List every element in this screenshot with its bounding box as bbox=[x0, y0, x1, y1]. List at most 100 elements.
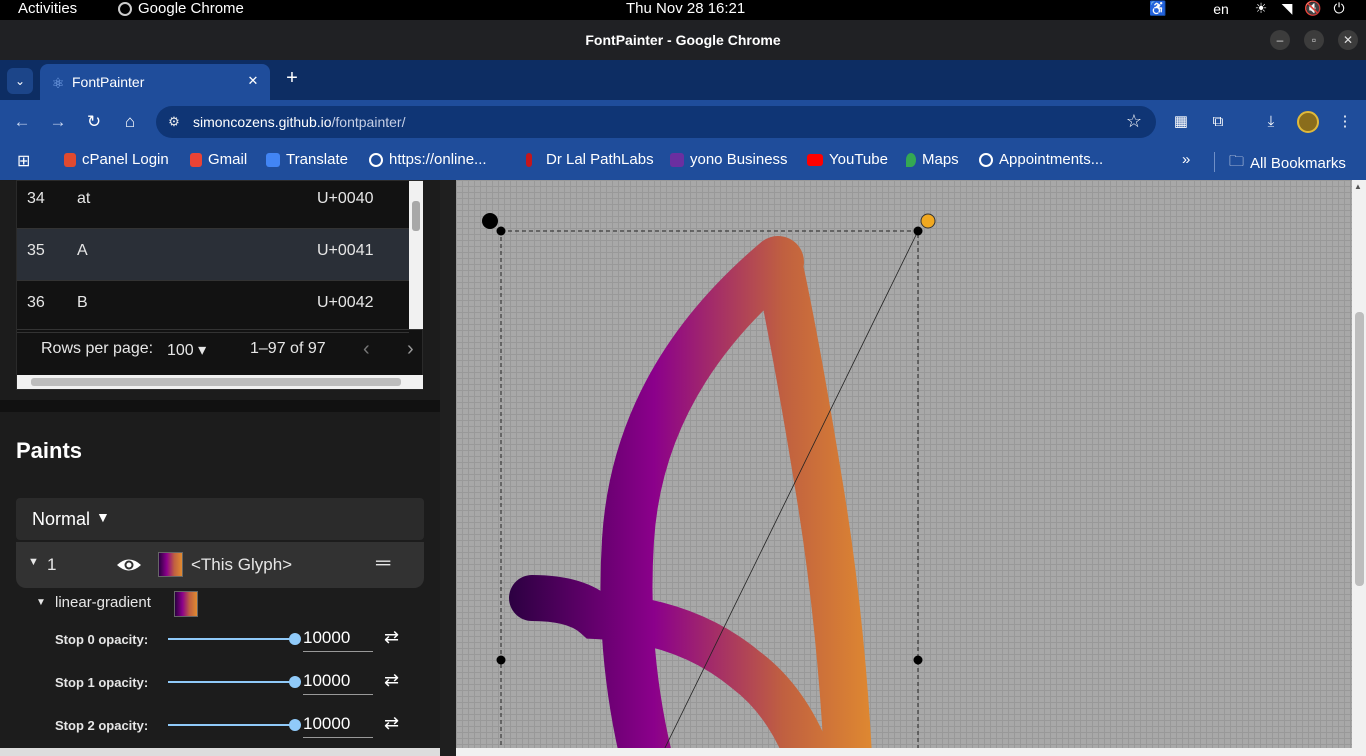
system-tray[interactable]: ♿ en ☀ ◥ 🔇 ⏻ bbox=[1148, 0, 1352, 17]
rows-per-page-label: Rows per page: bbox=[41, 340, 154, 357]
maps-icon bbox=[906, 152, 916, 167]
table-vertical-scrollbar[interactable] bbox=[409, 181, 423, 329]
new-tab-button[interactable]: + bbox=[282, 68, 302, 89]
system-top-bar: Activities Google Chrome Thu Nov 28 16:2… bbox=[0, 0, 1366, 20]
rows-per-page-select[interactable]: 100 ▾ bbox=[167, 340, 206, 360]
blend-mode-select[interactable]: Normal ▼ bbox=[16, 498, 424, 540]
minimize-button[interactable]: – bbox=[1270, 30, 1290, 50]
collapse-arrow-icon[interactable]: ▼ bbox=[28, 556, 39, 568]
bookmark-translate[interactable]: Translate bbox=[266, 151, 348, 168]
profile-avatar[interactable] bbox=[1297, 111, 1319, 133]
download-icon[interactable]: ⤓ bbox=[1260, 111, 1282, 133]
app-menu[interactable]: Google Chrome bbox=[118, 0, 244, 17]
stop-1-slider-track[interactable] bbox=[168, 681, 294, 683]
drag-handle-icon[interactable]: ═ bbox=[376, 552, 390, 575]
stop-0-opacity-input[interactable]: 10000 bbox=[303, 622, 373, 652]
panel-horizontal-scrollbar[interactable] bbox=[0, 748, 440, 756]
accessibility-icon[interactable]: ♿ bbox=[1148, 0, 1168, 17]
swap-arrows-icon[interactable]: ⇄ bbox=[384, 627, 399, 648]
cpanel-icon bbox=[64, 152, 76, 167]
stop-1-slider-thumb[interactable] bbox=[289, 676, 301, 688]
glyph-table: 34 at U+0040 35 A U+0041 36 B U+0042 Row… bbox=[16, 180, 423, 390]
extensions-icon[interactable]: ⧉ bbox=[1207, 111, 1229, 133]
all-bookmarks-button[interactable]: 🗀 All Bookmarks bbox=[1229, 151, 1346, 176]
activities-button[interactable]: Activities bbox=[18, 0, 77, 17]
table-row[interactable]: 36 B U+0042 bbox=[17, 281, 409, 333]
language-indicator[interactable]: en bbox=[1194, 1, 1248, 17]
bbox-handle[interactable] bbox=[913, 655, 923, 665]
tab-search-button[interactable]: ⌄ bbox=[7, 68, 33, 94]
paint-layer-row[interactable]: ▼ 1 <This Glyph> ═ bbox=[16, 542, 424, 588]
page-horizontal-scrollbar[interactable] bbox=[456, 748, 1352, 756]
stop-2-slider-thumb[interactable] bbox=[289, 719, 301, 731]
table-row-selected[interactable]: 35 A U+0041 bbox=[17, 229, 409, 281]
page-vertical-scrollbar[interactable]: ▲ bbox=[1352, 180, 1366, 756]
bbox-handle[interactable] bbox=[496, 655, 506, 665]
browser-toolbar: ← → ↻ ⌂ ⚙ simoncozens.github.io/fontpain… bbox=[0, 100, 1366, 144]
chrome-icon bbox=[118, 1, 132, 16]
gradient-header[interactable]: ▼ linear-gradient bbox=[0, 588, 440, 618]
globe-icon bbox=[369, 152, 383, 167]
gradient-swatch[interactable] bbox=[158, 552, 183, 577]
glyph-crossbar bbox=[509, 575, 831, 756]
yono-icon bbox=[670, 152, 684, 167]
stop-2-slider-track[interactable] bbox=[168, 724, 294, 726]
collapse-arrow-icon[interactable]: ▼ bbox=[36, 597, 46, 608]
swap-arrows-icon[interactable]: ⇄ bbox=[384, 713, 399, 734]
bookmark-maps[interactable]: Maps bbox=[906, 151, 959, 168]
glyph-canvas[interactable] bbox=[456, 180, 1352, 756]
bookmark-online[interactable]: https://online... bbox=[369, 151, 487, 168]
close-window-button[interactable]: ✕ bbox=[1338, 30, 1358, 50]
paints-heading: Paints bbox=[16, 438, 83, 463]
gradient-preview-swatch[interactable] bbox=[174, 591, 198, 617]
bookmark-gmail[interactable]: Gmail bbox=[190, 151, 247, 168]
swap-arrows-icon[interactable]: ⇄ bbox=[384, 670, 399, 691]
previous-page-icon[interactable]: ‹ bbox=[363, 338, 370, 361]
bookmarks-bar: ⊞ cPanel Login Gmail Translate https://o… bbox=[0, 144, 1366, 180]
tab-fontpainter[interactable]: ⚛ FontPainter ✕ bbox=[40, 64, 270, 100]
stop-1-row: Stop 1 opacity: 10000 ⇄ bbox=[0, 661, 440, 704]
url-text[interactable]: simoncozens.github.io/fontpainter/ bbox=[193, 114, 405, 130]
back-button[interactable]: ← bbox=[10, 110, 34, 134]
more-bookmarks-icon[interactable]: » bbox=[1182, 151, 1190, 168]
glyph-drawing[interactable] bbox=[456, 180, 1352, 756]
bookmark-star-icon[interactable]: ☆ bbox=[1126, 111, 1142, 132]
bbox-handle[interactable] bbox=[913, 226, 923, 236]
apps-grid-icon[interactable]: ⊞ bbox=[17, 151, 30, 171]
forward-button[interactable]: → bbox=[46, 110, 70, 134]
app-name: Google Chrome bbox=[138, 0, 244, 17]
window-title-bar: FontPainter - Google Chrome – ▫ ✕ bbox=[0, 20, 1366, 60]
bookmark-cpanel[interactable]: cPanel Login bbox=[64, 151, 169, 168]
address-bar[interactable]: ⚙ simoncozens.github.io/fontpainter/ ☆ bbox=[156, 106, 1156, 138]
stop-0-slider-track[interactable] bbox=[168, 638, 294, 640]
table-row[interactable]: 34 at U+0040 bbox=[17, 177, 409, 229]
qr-code-icon[interactable]: ▦ bbox=[1170, 111, 1192, 133]
rotate-handle[interactable] bbox=[920, 213, 936, 229]
stop-1-opacity-input[interactable]: 10000 bbox=[303, 665, 373, 695]
caret-down-icon: ▾ bbox=[198, 342, 207, 359]
origin-handle[interactable] bbox=[482, 213, 498, 229]
maximize-button[interactable]: ▫ bbox=[1304, 30, 1324, 50]
stop-2-opacity-input[interactable]: 10000 bbox=[303, 708, 373, 738]
bbox-handle[interactable] bbox=[496, 226, 506, 236]
caret-down-icon: ▼ bbox=[96, 509, 110, 525]
tab-title: FontPainter bbox=[72, 74, 145, 90]
reload-button[interactable]: ↻ bbox=[82, 110, 106, 134]
power-icon: ⏻ bbox=[1333, 0, 1345, 16]
bookmark-youtube[interactable]: YouTube bbox=[807, 151, 888, 168]
clock[interactable]: Thu Nov 28 16:21 bbox=[626, 0, 745, 17]
volume-muted-icon: 🔇 bbox=[1304, 0, 1322, 16]
site-info-icon[interactable]: ⚙ bbox=[165, 113, 183, 131]
stop-0-slider-thumb[interactable] bbox=[289, 633, 301, 645]
menu-kebab-icon[interactable]: ⋮ bbox=[1334, 111, 1356, 133]
eye-icon[interactable] bbox=[116, 554, 142, 576]
close-tab-icon[interactable]: ✕ bbox=[244, 72, 262, 90]
next-page-icon[interactable]: › bbox=[407, 338, 414, 361]
home-button[interactable]: ⌂ bbox=[118, 110, 142, 134]
bookmark-yono[interactable]: yono Business bbox=[670, 151, 788, 168]
bookmark-lalpath[interactable]: Dr Lal PathLabs bbox=[526, 151, 654, 168]
tab-strip: ⌄ ⚛ FontPainter ✕ + bbox=[0, 60, 1366, 100]
stop-2-row: Stop 2 opacity: 10000 ⇄ bbox=[0, 704, 440, 747]
table-horizontal-scrollbar[interactable] bbox=[17, 375, 423, 389]
bookmark-appointments[interactable]: Appointments... bbox=[979, 151, 1103, 168]
